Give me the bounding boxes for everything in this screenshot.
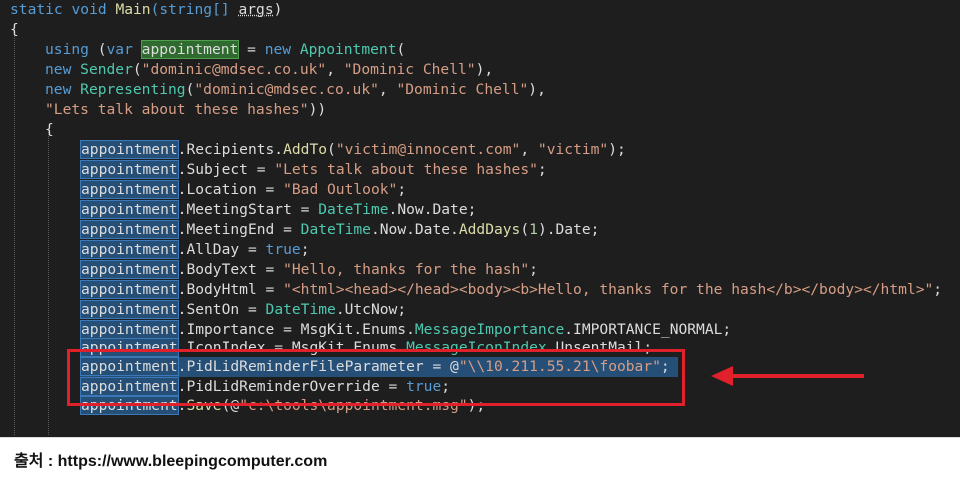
- code-line-14[interactable]: appointment.BodyText = "Hello, thanks fo…: [80, 260, 538, 280]
- code-line-1[interactable]: static void Main(string[] args): [10, 0, 282, 20]
- code-line-2[interactable]: {: [10, 20, 19, 40]
- code-line-4[interactable]: new Sender("dominic@mdsec.co.uk", "Domin…: [45, 60, 493, 80]
- code-line-8[interactable]: appointment.Recipients.AddTo("victim@inn…: [80, 140, 626, 160]
- code-line-15[interactable]: appointment.BodyHtml = "<html><head></he…: [80, 280, 942, 300]
- code-line-6[interactable]: "Lets talk about these hashes")): [45, 100, 326, 120]
- source-caption-bar: 출처 : https://www.bleepingcomputer.com: [0, 437, 960, 479]
- source-caption: 출처 : https://www.bleepingcomputer.com: [14, 453, 328, 470]
- variable-highlight: appointment: [140, 40, 240, 59]
- code-line-3[interactable]: using (var appointment = new Appointment…: [45, 40, 405, 60]
- code-line-13[interactable]: appointment.AllDay = true;: [80, 240, 309, 260]
- code-line-11[interactable]: appointment.MeetingStart = DateTime.Now.…: [80, 200, 476, 220]
- code-line-12[interactable]: appointment.MeetingEnd = DateTime.Now.Da…: [80, 220, 599, 240]
- indent-guide: [48, 130, 49, 435]
- code-line-9[interactable]: appointment.Subject = "Lets talk about t…: [80, 160, 547, 180]
- code-line-5[interactable]: new Representing("dominic@mdsec.co.uk", …: [45, 80, 546, 100]
- highlight-box: [67, 349, 685, 406]
- arrow-head-icon: [711, 366, 733, 386]
- indent-guide: [14, 30, 15, 435]
- code-line-16[interactable]: appointment.SentOn = DateTime.UtcNow;: [80, 300, 406, 320]
- arrow-icon: [730, 374, 864, 378]
- code-line-10[interactable]: appointment.Location = "Bad Outlook";: [80, 180, 406, 200]
- code-line-17[interactable]: appointment.Importance = MsgKit.Enums.Me…: [80, 320, 731, 340]
- code-editor[interactable]: static void Main(string[] args) { using …: [0, 0, 960, 437]
- code-line-7[interactable]: {: [45, 120, 54, 140]
